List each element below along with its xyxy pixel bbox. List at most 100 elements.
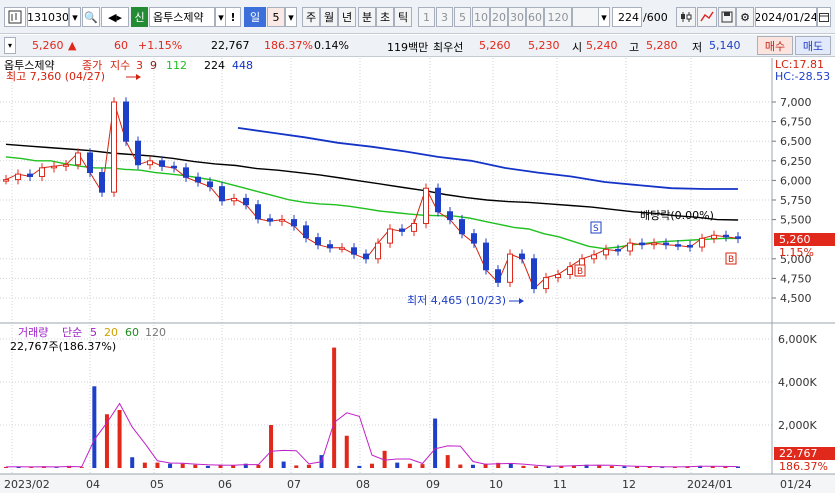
date-tick-label: 08 [356, 478, 370, 491]
period-minute-button[interactable]: 분 [358, 7, 376, 27]
up-arrow-icon: ▲ [68, 39, 77, 52]
candle-body [15, 173, 21, 181]
candle-body [507, 253, 513, 283]
candle-body [27, 173, 33, 177]
period-second-button[interactable]: 초 [376, 7, 394, 27]
candle-body [363, 253, 369, 260]
ma448-line [237, 127, 738, 190]
candle-settings-icon[interactable] [676, 7, 696, 27]
low-label: 저 [692, 41, 703, 54]
volume-bar [609, 466, 614, 468]
candle-body [723, 234, 729, 238]
legend-simple: 단순 [62, 326, 82, 339]
candle-body [399, 228, 405, 232]
high-price: 5,280 [646, 39, 678, 52]
bar-count-input[interactable]: 224 [612, 7, 642, 27]
volume-bar [521, 465, 526, 468]
candle-body [699, 237, 705, 248]
candle-body [135, 140, 141, 166]
volume-bar [306, 464, 311, 468]
chart-area[interactable]: 7,0006,7506,5006,2506,0005,7505,5005,000… [0, 58, 835, 493]
date-tick-label: 12 [622, 478, 636, 491]
volume-tick-label: 2,000K [778, 419, 817, 432]
period-num[interactable]: 5 [267, 7, 285, 27]
legend-vma20: 20 [104, 326, 118, 339]
candle-body [3, 179, 9, 182]
low-price: 5,140 [709, 39, 741, 52]
high-label: 고 [629, 41, 640, 54]
prev-next-icon[interactable]: ◀▸ [101, 7, 129, 27]
price-tick-label: 6,250 [780, 155, 812, 168]
date-tick-label: 05 [150, 478, 164, 491]
period-month-button[interactable]: 월 [320, 7, 338, 27]
volume-bar [256, 464, 261, 468]
candle-body [519, 253, 525, 260]
stock-name[interactable]: 옵투스제약 [149, 7, 215, 27]
price-tick-label: 4,750 [780, 272, 812, 285]
volume-bar [205, 465, 210, 468]
open-label: 시 [572, 41, 583, 54]
minute-60-button[interactable]: 60 [526, 7, 544, 27]
minute-3-button[interactable]: 3 [436, 7, 453, 27]
volume-bar [458, 464, 463, 468]
volume-bar [395, 462, 400, 468]
period-dropdown-icon[interactable]: ▾ [285, 7, 297, 27]
bar-count-total: /600 [643, 11, 668, 24]
buy-button[interactable]: 매수 [757, 36, 793, 55]
candle-body [279, 219, 285, 222]
legend-ma448: 448 [232, 59, 253, 72]
volume-bar [622, 466, 627, 468]
period-year-button[interactable]: 년 [338, 7, 356, 27]
chart-type-icon[interactable] [4, 7, 26, 27]
date-tick-label: 2024/01 [687, 478, 733, 491]
candle-body [459, 219, 465, 235]
candle-body [567, 266, 573, 275]
volume: 22,767 [211, 39, 250, 52]
turnover-rate: 0.14% [314, 39, 349, 52]
date-tick-label: 11 [553, 478, 567, 491]
stock-code-input[interactable]: 131030 [27, 7, 69, 27]
minute-30-button[interactable]: 30 [508, 7, 526, 27]
calendar-icon[interactable] [817, 7, 831, 27]
minute-5-button[interactable]: 5 [454, 7, 471, 27]
volume-tag-value: 22,767 [779, 447, 818, 460]
current-pct-label: 1.15% [779, 246, 814, 259]
collapse-icon[interactable]: ▾ [4, 37, 16, 54]
minute-dropdown-icon[interactable]: ▾ [598, 7, 610, 27]
candle-body [111, 101, 117, 193]
volume-bar [470, 464, 475, 468]
minute-10-button[interactable]: 10 [472, 7, 490, 27]
candle-body [51, 165, 57, 169]
gear-icon[interactable]: ⚙ [736, 7, 754, 27]
bid-price: 5,230 [528, 39, 560, 52]
candle-body [207, 181, 213, 188]
price-tick-label: 7,000 [780, 96, 812, 109]
svg-text:B: B [728, 255, 734, 265]
candle-body [315, 237, 321, 246]
minute-20-button[interactable]: 20 [490, 7, 508, 27]
code-dropdown-icon[interactable]: ▾ [69, 7, 81, 27]
minute-1-button[interactable]: 1 [418, 7, 435, 27]
legend-ma3: 3 [136, 59, 143, 72]
volume-bar [269, 425, 274, 468]
candle-body [231, 197, 237, 202]
candle-body [87, 152, 93, 174]
volume-bar [168, 463, 173, 468]
period-week-button[interactable]: 주 [302, 7, 320, 27]
period-tick-button[interactable]: 틱 [394, 7, 412, 27]
low-annotation: 최저 4,465 (10/23) [407, 294, 506, 307]
warning-button[interactable]: ! [225, 7, 241, 27]
search-icon[interactable]: 🔍 [82, 7, 100, 27]
save-icon[interactable] [718, 7, 736, 27]
buy-signal-marker: B [725, 252, 737, 265]
minute-120-button[interactable]: 120 [544, 7, 572, 27]
sell-button[interactable]: 매도 [795, 36, 831, 55]
volume-bar [54, 467, 59, 468]
candle-body [267, 218, 273, 222]
volume-bar [420, 464, 425, 468]
legend-volume: 거래량 [18, 326, 48, 339]
date-input[interactable]: 2024/01/24 [755, 7, 817, 27]
period-day-button[interactable]: 일 [244, 7, 266, 27]
candle-body [423, 187, 429, 225]
trend-line-icon[interactable] [697, 7, 717, 27]
